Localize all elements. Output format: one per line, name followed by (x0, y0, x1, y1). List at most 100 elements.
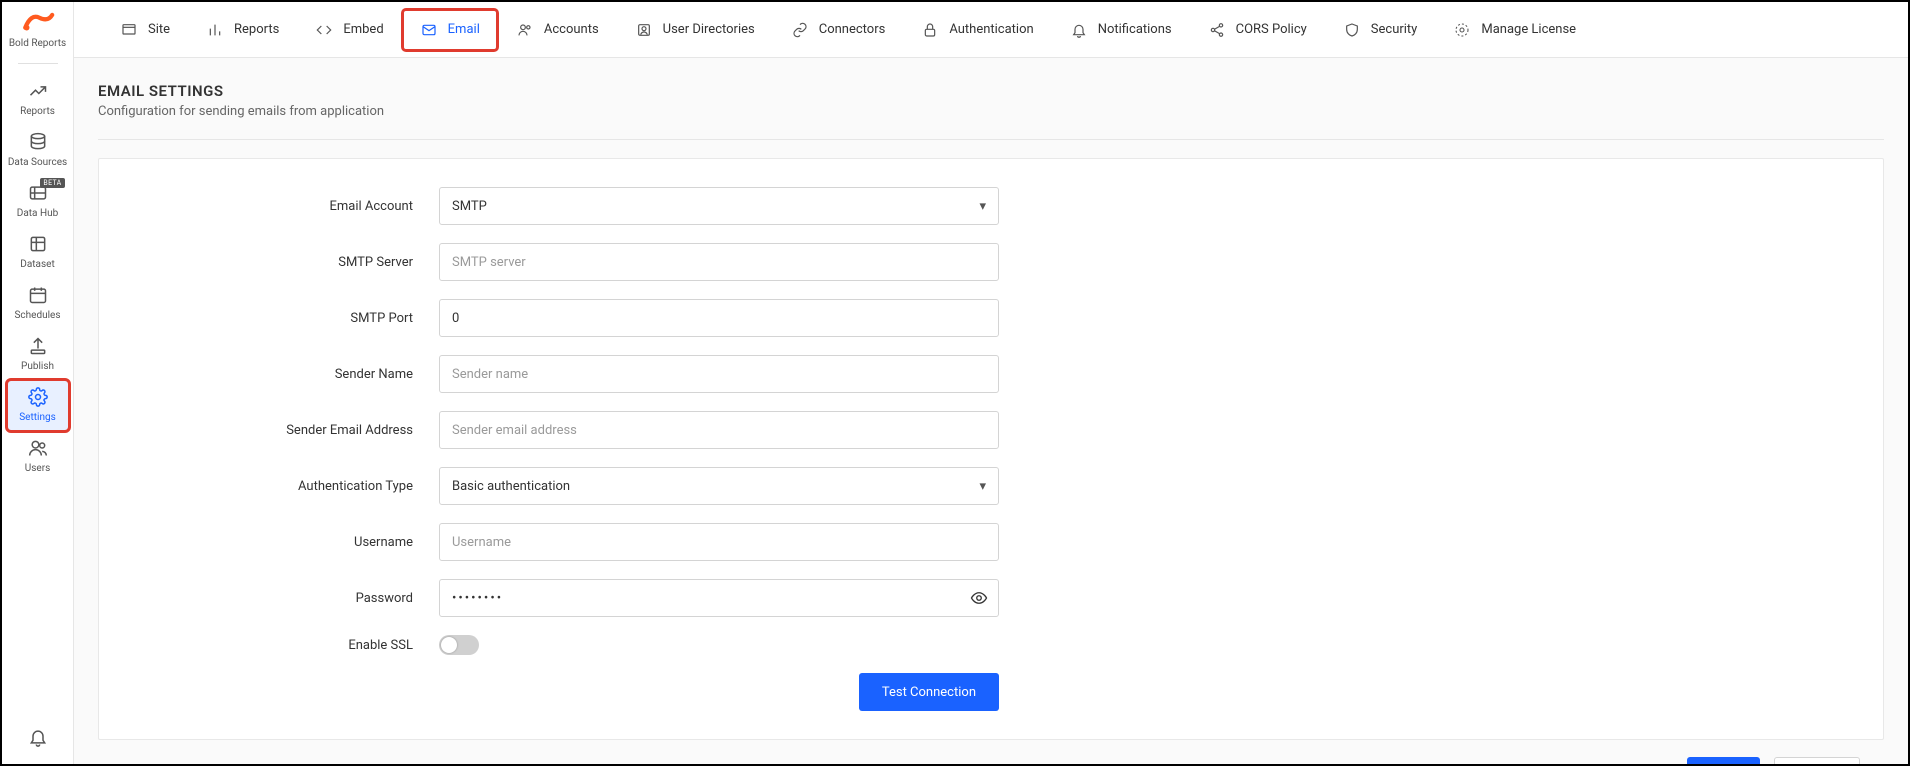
sidebar-item-dataset[interactable]: Dataset (7, 227, 69, 278)
sidebar-item-reports[interactable]: Reports (7, 74, 69, 125)
bell-icon (1070, 21, 1088, 39)
eye-icon (970, 589, 988, 607)
label-smtp-server: SMTP Server (139, 255, 439, 270)
label-sender-name: Sender Name (139, 367, 439, 382)
toggle-password-visibility[interactable] (967, 586, 991, 610)
accounts-icon (516, 21, 534, 39)
tab-label: Embed (343, 22, 383, 37)
input-smtp-server[interactable] (439, 243, 999, 281)
title-divider (98, 139, 1884, 140)
tab-cors-policy[interactable]: CORS Policy (1192, 11, 1323, 49)
sidebar-item-label: Schedules (14, 310, 60, 321)
brand-logo (16, 8, 60, 36)
sidebar-item-label: Dataset (20, 259, 54, 270)
sidebar-item-label: Settings (19, 412, 56, 423)
sidebar-item-notifications[interactable] (7, 720, 69, 750)
shield-icon (1343, 21, 1361, 39)
label-auth-type: Authentication Type (139, 479, 439, 494)
tab-embed[interactable]: Embed (299, 11, 399, 49)
label-password: Password (139, 591, 439, 606)
tab-label: Accounts (544, 22, 599, 37)
page-subtitle: Configuration for sending emails from ap… (98, 104, 1884, 119)
bell-icon (27, 726, 49, 748)
tab-label: Notifications (1098, 22, 1172, 37)
tab-reports[interactable]: Reports (190, 11, 295, 49)
page-body: EMAIL SETTINGS Configuration for sending… (74, 58, 1908, 764)
license-gear-icon (1453, 21, 1471, 39)
share-icon (1208, 21, 1226, 39)
email-icon (420, 21, 438, 39)
tab-label: Site (148, 22, 170, 37)
tab-label: Manage License (1481, 22, 1576, 37)
label-sender-email: Sender Email Address (139, 423, 439, 438)
tab-notifications[interactable]: Notifications (1054, 11, 1188, 49)
input-smtp-port[interactable] (439, 299, 999, 337)
label-username: Username (139, 535, 439, 550)
database-icon (27, 131, 49, 153)
toggle-enable-ssl[interactable] (439, 635, 479, 655)
tab-label: Connectors (819, 22, 886, 37)
site-icon (120, 21, 138, 39)
sidebar-item-publish[interactable]: Publish (7, 329, 69, 380)
select-auth-type[interactable]: Basic authentication ▾ (439, 467, 999, 505)
link-icon (791, 21, 809, 39)
tab-manage-license[interactable]: Manage License (1437, 11, 1592, 49)
tab-user-directories[interactable]: User Directories (619, 11, 771, 49)
tab-connectors[interactable]: Connectors (775, 11, 902, 49)
tab-security[interactable]: Security (1327, 11, 1434, 49)
left-sidebar: Bold Reports Reports Data Sources BETA D… (2, 2, 74, 764)
caret-down-icon: ▾ (979, 479, 986, 494)
main-area: Site Reports Embed Email Accounts User D (74, 2, 1908, 764)
tab-label: User Directories (663, 22, 755, 37)
save-button[interactable]: Save (1687, 757, 1761, 764)
sidebar-item-label: Publish (21, 361, 54, 372)
users-icon (27, 437, 49, 459)
sidebar-item-label: Users (25, 463, 51, 474)
input-sender-name[interactable] (439, 355, 999, 393)
footer-actions: Save Cancel (98, 740, 1884, 764)
select-value: SMTP (452, 199, 487, 214)
tab-authentication[interactable]: Authentication (905, 11, 1049, 49)
caret-down-icon: ▾ (979, 199, 986, 214)
reports-bar-icon (206, 21, 224, 39)
sidebar-item-label: Data Sources (8, 157, 67, 168)
tab-accounts[interactable]: Accounts (500, 11, 615, 49)
toggle-knob (441, 637, 457, 653)
sidebar-item-data-hub[interactable]: BETA Data Hub (7, 176, 69, 227)
label-enable-ssl: Enable SSL (139, 638, 439, 653)
select-email-account[interactable]: SMTP ▾ (439, 187, 999, 225)
test-connection-button[interactable]: Test Connection (859, 673, 999, 711)
email-settings-form: Email Account SMTP ▾ SMTP Server (98, 158, 1884, 740)
publish-icon (27, 335, 49, 357)
tab-label: CORS Policy (1236, 22, 1307, 37)
input-password[interactable] (439, 579, 999, 617)
beta-badge: BETA (40, 178, 64, 188)
sidebar-divider (18, 63, 58, 64)
directory-icon (635, 21, 653, 39)
brand-name: Bold Reports (9, 38, 66, 49)
tab-label: Security (1371, 22, 1418, 37)
sidebar-item-label: Reports (20, 106, 55, 117)
dataset-icon (27, 233, 49, 255)
tab-label: Reports (234, 22, 279, 37)
page-title: EMAIL SETTINGS (98, 82, 1884, 100)
input-username[interactable] (439, 523, 999, 561)
input-sender-email[interactable] (439, 411, 999, 449)
lock-icon (921, 21, 939, 39)
code-icon (315, 21, 333, 39)
settings-tabs: Site Reports Embed Email Accounts User D (74, 2, 1908, 58)
cancel-button[interactable]: Cancel (1774, 757, 1860, 764)
reports-trend-icon (27, 80, 49, 102)
sidebar-item-users[interactable]: Users (7, 431, 69, 482)
tab-site[interactable]: Site (104, 11, 186, 49)
label-smtp-port: SMTP Port (139, 311, 439, 326)
select-value: Basic authentication (452, 479, 570, 494)
label-email-account: Email Account (139, 199, 439, 214)
gear-icon (27, 386, 49, 408)
sidebar-item-settings[interactable]: Settings (7, 380, 69, 431)
sidebar-item-schedules[interactable]: Schedules (7, 278, 69, 329)
calendar-icon (27, 284, 49, 306)
sidebar-item-data-sources[interactable]: Data Sources (7, 125, 69, 176)
tab-email[interactable]: Email (404, 11, 496, 49)
tab-label: Email (448, 22, 480, 37)
